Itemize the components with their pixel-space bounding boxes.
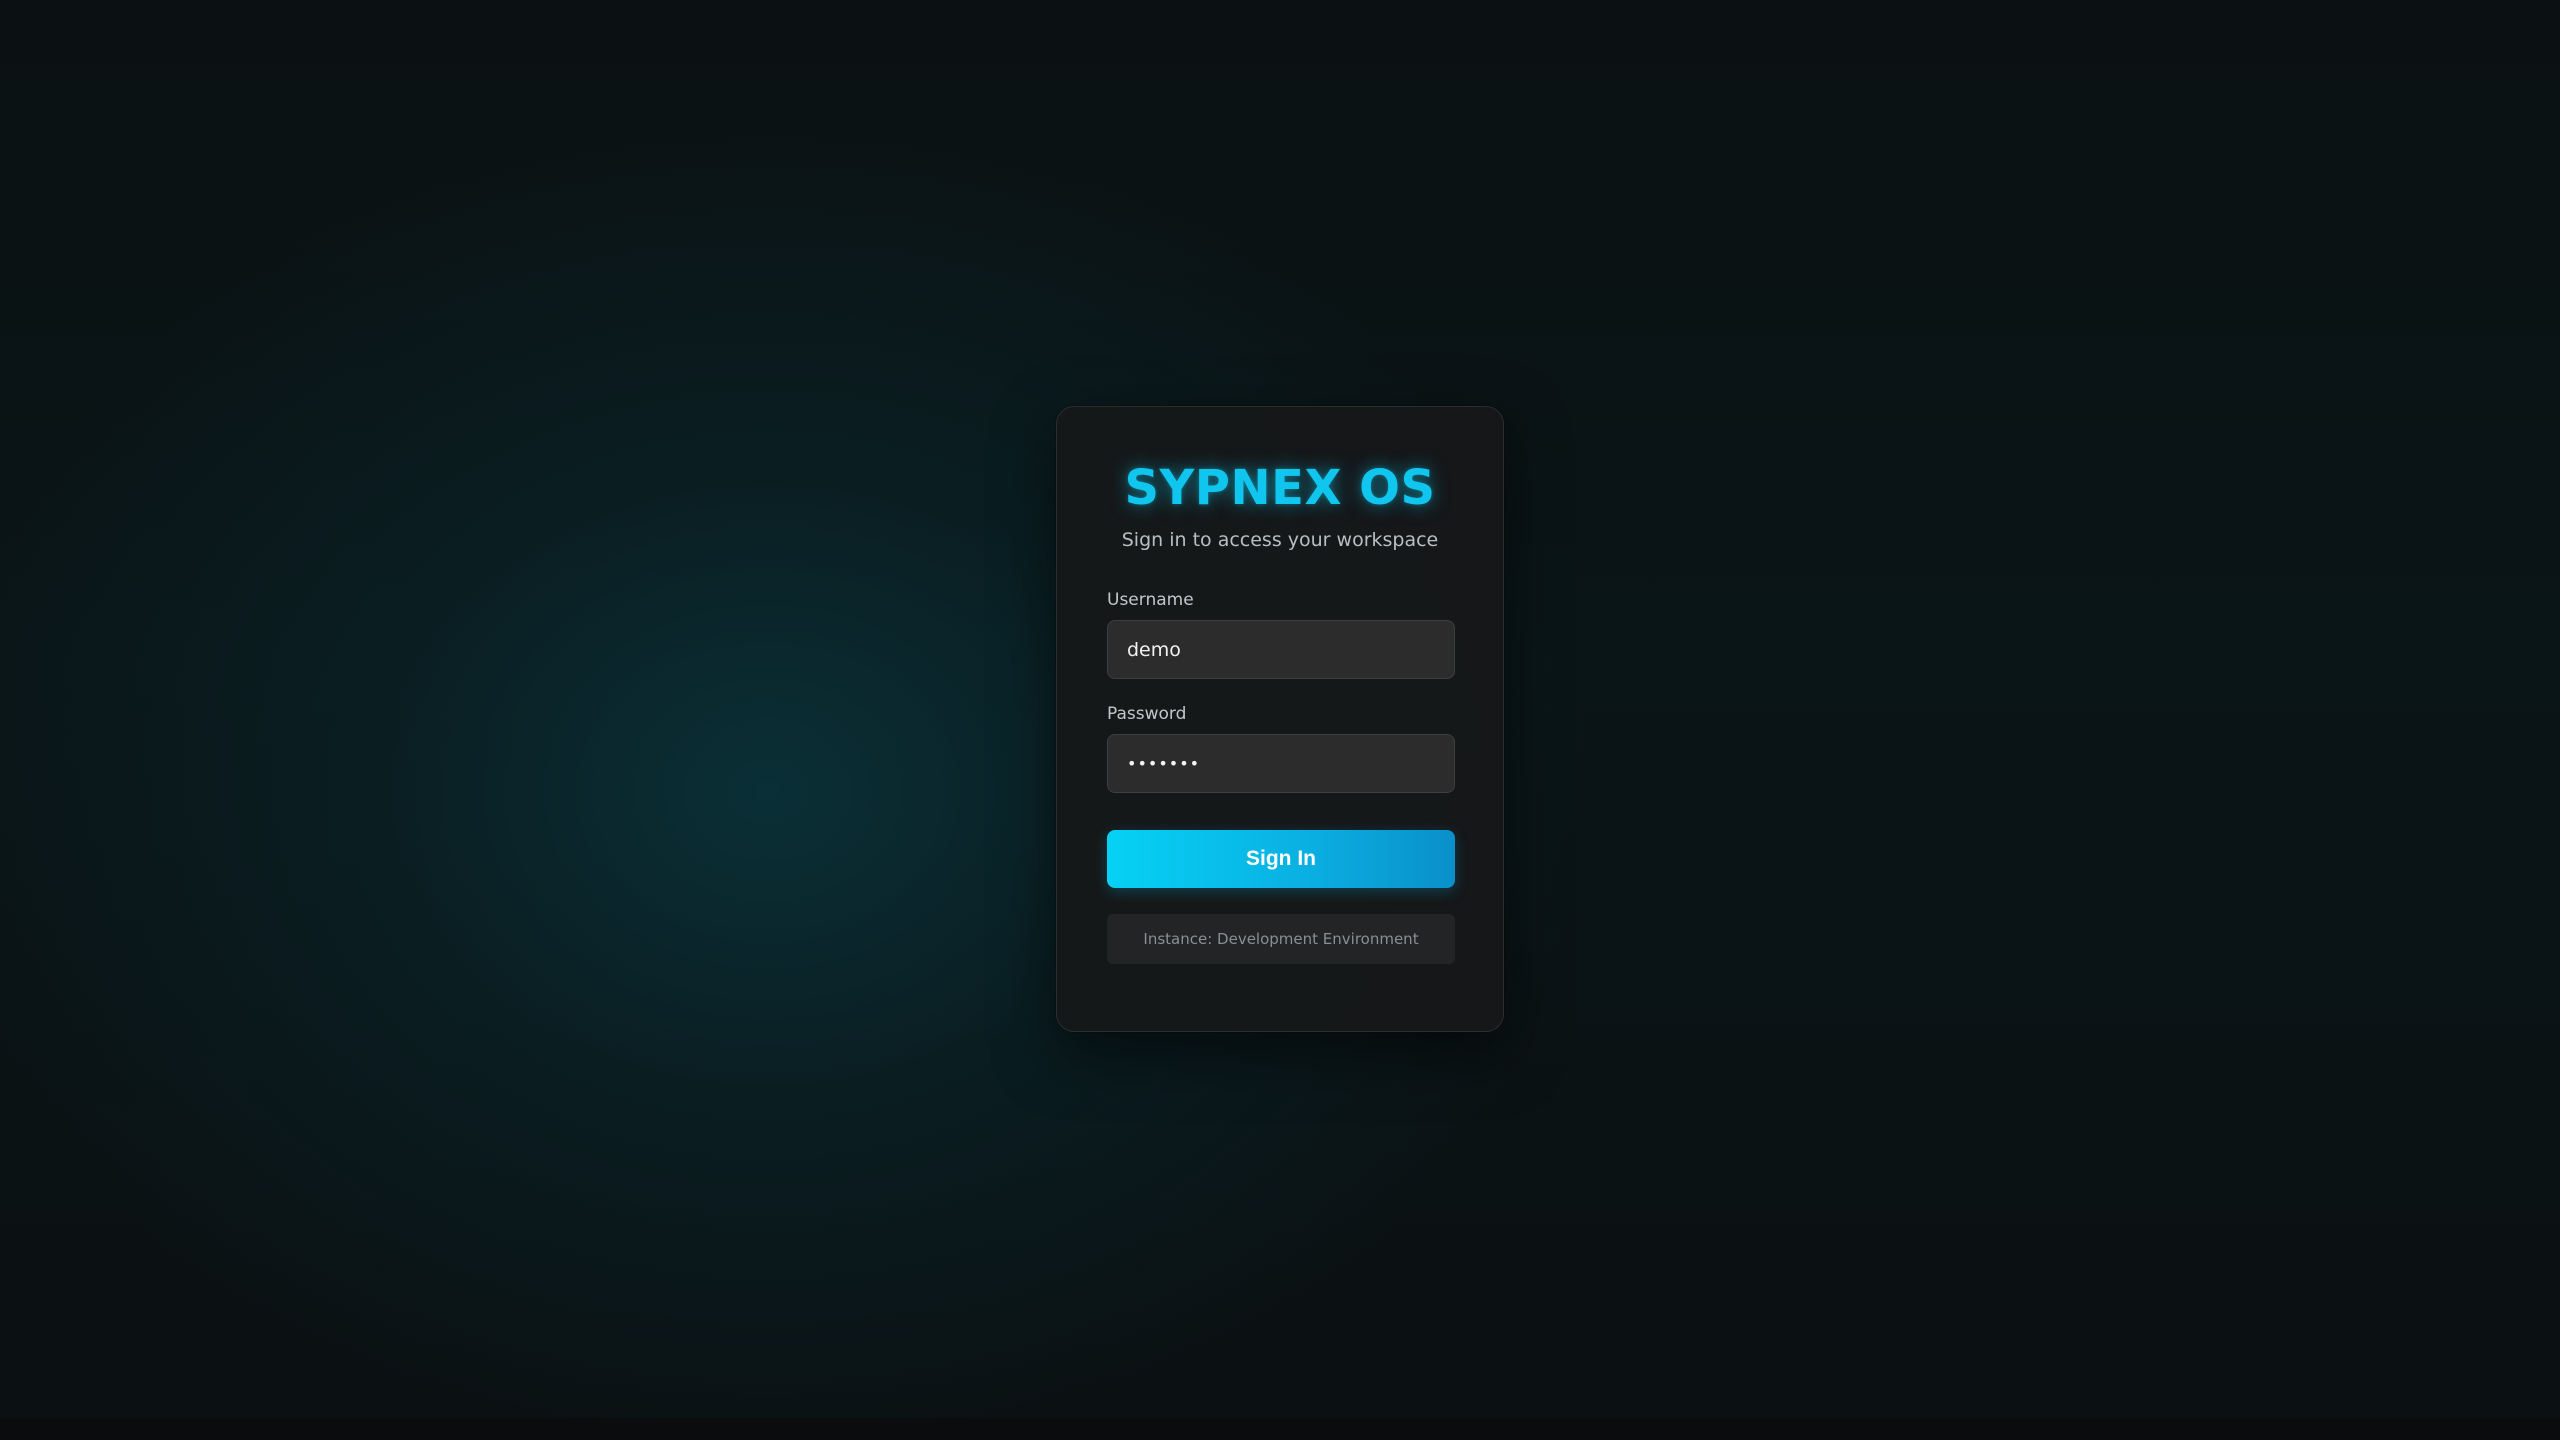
username-label: Username (1107, 590, 1194, 610)
login-subtitle: Sign in to access your workspace (1121, 529, 1439, 551)
app-title: SYPNEX OS (1124, 460, 1436, 516)
password-label: Password (1107, 704, 1187, 724)
sign-in-button[interactable]: Sign In (1107, 830, 1455, 888)
instance-badge: Instance: Development Environment (1107, 914, 1455, 964)
bottom-edge (0, 1418, 2560, 1440)
password-input[interactable] (1107, 734, 1455, 793)
login-card: SYPNEX OS Sign in to access your workspa… (1056, 406, 1504, 1032)
username-input[interactable] (1107, 620, 1455, 679)
